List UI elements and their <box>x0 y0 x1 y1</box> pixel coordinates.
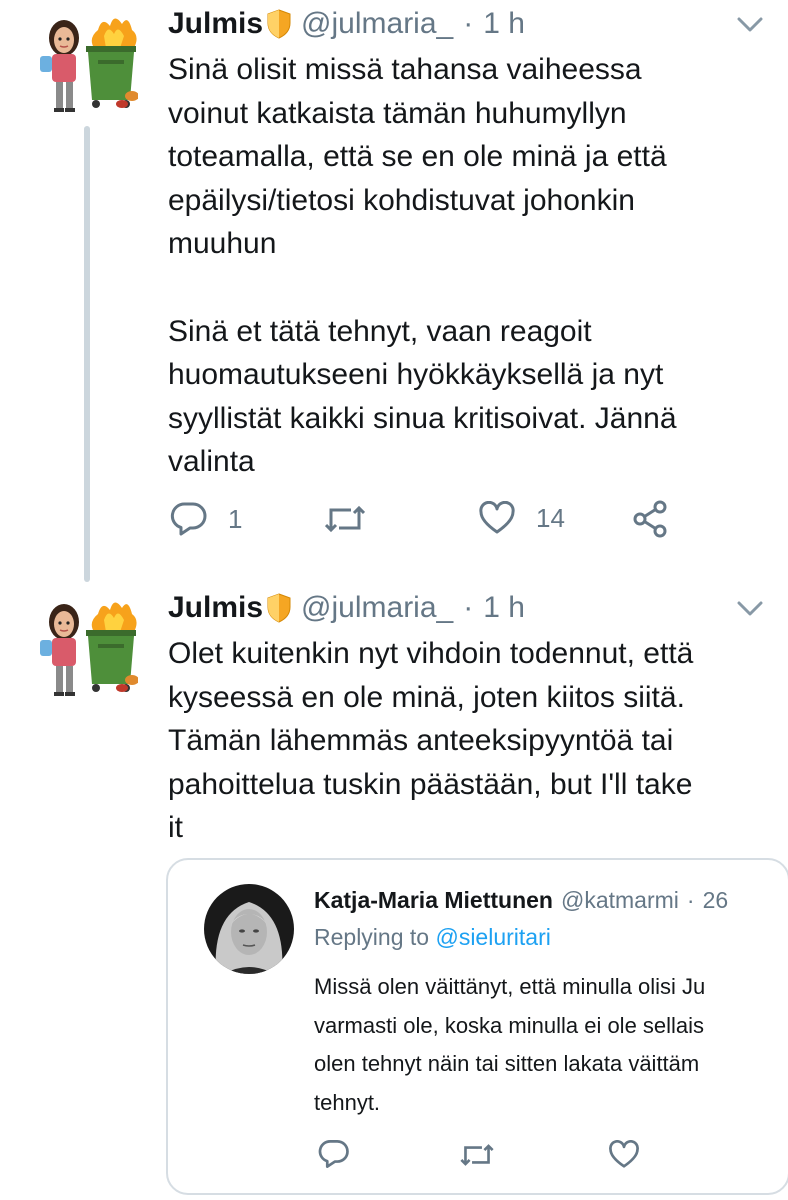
share-icon <box>633 500 667 538</box>
like-icon[interactable] <box>608 1140 640 1169</box>
text-line: Missä olen väittänyt, että minulla olisi… <box>314 974 706 999</box>
mention-link[interactable]: @sieluritari <box>435 924 550 950</box>
quoted-tweet-header: Katja-Maria Miettunen @katmarmi · 26 <box>314 882 728 918</box>
chevron-down-icon[interactable] <box>736 16 764 34</box>
thread-line <box>84 126 90 582</box>
display-name[interactable]: Julmis <box>168 7 263 41</box>
avatar[interactable] <box>28 8 138 118</box>
replying-to: Replying to @sieluritari <box>314 924 551 951</box>
user-handle[interactable]: @julmaria_ <box>301 591 453 625</box>
shield-badge-icon <box>267 9 291 39</box>
text-line: varmasti ole, koska minulla ei ole sella… <box>314 1012 705 1038</box>
timestamp[interactable]: 26 <box>703 887 729 914</box>
avatar[interactable] <box>204 884 294 974</box>
share-button[interactable] <box>632 500 668 538</box>
user-handle[interactable]: @julmaria_ <box>301 7 453 41</box>
quoted-tweet[interactable]: Katja-Maria Miettunen @katmarmi · 26 Rep… <box>166 858 788 1195</box>
quoted-tweet-text: Missä olen väittänyt, että minulla olisi… <box>314 968 788 1122</box>
replying-to-label: Replying to <box>314 924 430 950</box>
tweet-text: Olet kuitenkin nyt vihdoin todennut, ett… <box>168 637 694 845</box>
reply-button[interactable]: 1 <box>170 500 242 538</box>
retweet-icon <box>325 505 365 533</box>
retweet-button[interactable] <box>325 502 365 536</box>
like-icon <box>479 501 515 534</box>
text-line: olen tehnyt näin tai sitten lakata väitt… <box>314 1051 700 1076</box>
separator: · <box>686 886 695 913</box>
retweet-icon[interactable] <box>460 1141 494 1169</box>
display-name[interactable]: Katja-Maria Miettunen <box>314 887 553 914</box>
timestamp[interactable]: 1 h <box>483 591 525 625</box>
tweet-header: Julmis @julmaria_ · 1 h <box>168 588 525 628</box>
reply-icon <box>170 502 207 536</box>
avatar[interactable] <box>28 592 138 702</box>
separator: · <box>463 7 474 40</box>
text-line: tehnyt. <box>314 1089 381 1115</box>
display-name[interactable]: Julmis <box>168 591 263 625</box>
tweet-text: Sinä olisit missä tahansa vaiheessa voin… <box>168 53 677 479</box>
reply-icon[interactable] <box>318 1138 350 1170</box>
shield-badge-icon <box>267 593 291 623</box>
chevron-down-icon[interactable] <box>736 600 764 618</box>
like-button[interactable]: 14 <box>478 501 565 535</box>
separator: · <box>463 591 474 624</box>
user-handle[interactable]: @katmarmi <box>561 887 679 914</box>
timestamp[interactable]: 1 h <box>483 7 525 41</box>
reply-count: 1 <box>228 503 243 534</box>
tweet-header: Julmis @julmaria_ · 1 h <box>168 4 525 44</box>
like-count: 14 <box>536 502 565 533</box>
